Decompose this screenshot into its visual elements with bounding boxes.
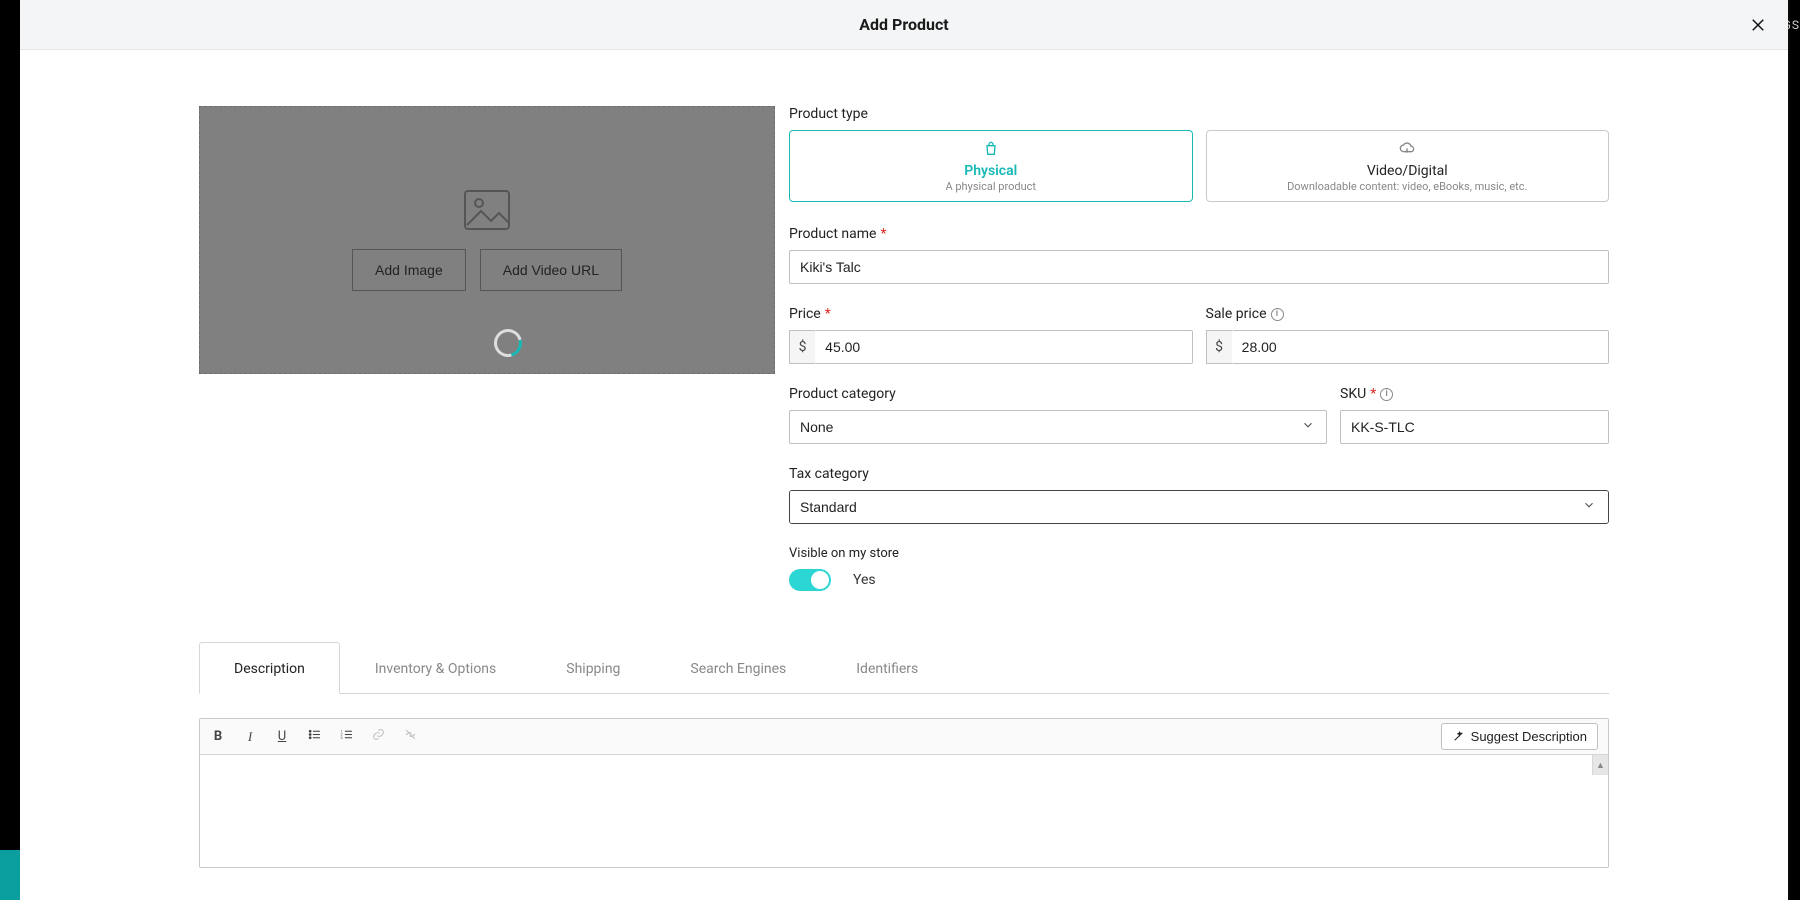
sale-price-label: Sale price i bbox=[1206, 306, 1610, 322]
tab-inventory-options[interactable]: Inventory & Options bbox=[340, 642, 531, 694]
price-label: Price * bbox=[789, 306, 1193, 322]
modal-title: Add Product bbox=[859, 15, 948, 34]
info-icon[interactable]: i bbox=[1380, 388, 1393, 401]
required-asterisk: * bbox=[880, 226, 886, 242]
sale-price-input[interactable] bbox=[1232, 330, 1609, 364]
tab-search-engines[interactable]: Search Engines bbox=[655, 642, 821, 694]
product-name-label: Product name * bbox=[789, 226, 1609, 242]
italic-button[interactable]: I bbox=[242, 729, 258, 745]
info-icon[interactable]: i bbox=[1271, 308, 1284, 321]
product-name-input[interactable] bbox=[789, 250, 1609, 284]
product-name-label-text: Product name bbox=[789, 226, 876, 242]
bag-icon bbox=[798, 141, 1184, 161]
image-placeholder-icon bbox=[463, 189, 511, 235]
visible-label: Visible on my store bbox=[789, 546, 1609, 561]
editor-toolbar: B I U 123 bbox=[200, 719, 1608, 755]
unordered-list-button[interactable] bbox=[306, 728, 322, 745]
type-physical-title: Physical bbox=[798, 163, 1184, 179]
sale-price-label-text: Sale price bbox=[1206, 306, 1267, 322]
type-physical-sub: A physical product bbox=[798, 180, 1184, 193]
visible-value: Yes bbox=[853, 572, 876, 588]
add-image-button[interactable]: Add Image bbox=[352, 249, 466, 291]
product-category-select[interactable] bbox=[789, 410, 1327, 444]
sku-label-text: SKU bbox=[1340, 386, 1366, 402]
loading-spinner-icon bbox=[489, 324, 527, 362]
required-asterisk: * bbox=[825, 306, 831, 322]
cloud-download-icon bbox=[1215, 141, 1601, 161]
suggest-description-button[interactable]: Suggest Description bbox=[1441, 723, 1598, 750]
background-left-strip bbox=[0, 0, 20, 900]
type-digital-sub: Downloadable content: video, eBooks, mus… bbox=[1215, 180, 1601, 193]
suggest-description-label: Suggest Description bbox=[1471, 729, 1587, 744]
product-category-label: Product category bbox=[789, 386, 1327, 402]
tab-description[interactable]: Description bbox=[199, 642, 340, 694]
magic-wand-icon bbox=[1452, 730, 1465, 743]
tab-shipping[interactable]: Shipping bbox=[531, 642, 655, 694]
sku-label: SKU * i bbox=[1340, 386, 1609, 402]
currency-symbol: $ bbox=[789, 330, 815, 364]
modal-header: Add Product bbox=[20, 0, 1788, 50]
required-asterisk: * bbox=[1370, 386, 1376, 402]
close-button[interactable] bbox=[1746, 13, 1770, 37]
ordered-list-button[interactable]: 123 bbox=[338, 728, 354, 745]
unlink-button[interactable] bbox=[402, 728, 418, 745]
price-input[interactable] bbox=[815, 330, 1192, 364]
modal-body: Add Image Add Video URL Product type Phy… bbox=[20, 50, 1788, 900]
product-type-physical[interactable]: Physical A physical product bbox=[789, 130, 1193, 202]
media-upload-area[interactable]: Add Image Add Video URL bbox=[199, 106, 775, 374]
background-right-strip bbox=[1790, 0, 1800, 900]
svg-text:3: 3 bbox=[340, 735, 342, 740]
link-icon bbox=[372, 728, 385, 741]
close-icon bbox=[1749, 16, 1767, 34]
underline-button[interactable]: U bbox=[274, 729, 290, 744]
scroll-up-button[interactable]: ▲ bbox=[1592, 755, 1608, 775]
tax-category-label: Tax category bbox=[789, 466, 1609, 482]
add-product-modal: Add Product Add Image Add Video URL bbox=[20, 0, 1788, 900]
product-tabs: Description Inventory & Options Shipping… bbox=[199, 641, 1609, 694]
tax-category-select[interactable] bbox=[790, 491, 1608, 523]
tab-identifiers[interactable]: Identifiers bbox=[821, 642, 953, 694]
bold-button[interactable]: B bbox=[210, 729, 226, 744]
currency-symbol: $ bbox=[1206, 330, 1232, 364]
list-ol-icon: 123 bbox=[340, 728, 353, 741]
editor-textarea[interactable]: ▲ bbox=[200, 755, 1608, 865]
visible-toggle[interactable] bbox=[789, 569, 831, 591]
unlink-icon bbox=[404, 728, 417, 741]
sku-input[interactable] bbox=[1340, 410, 1609, 444]
description-editor: B I U 123 bbox=[199, 718, 1609, 868]
list-ul-icon bbox=[308, 728, 321, 741]
type-digital-title: Video/Digital bbox=[1215, 163, 1601, 179]
product-type-label: Product type bbox=[789, 106, 1609, 122]
add-video-url-button[interactable]: Add Video URL bbox=[480, 249, 622, 291]
price-label-text: Price bbox=[789, 306, 821, 322]
product-type-digital[interactable]: Video/Digital Downloadable content: vide… bbox=[1206, 130, 1610, 202]
link-button[interactable] bbox=[370, 728, 386, 745]
